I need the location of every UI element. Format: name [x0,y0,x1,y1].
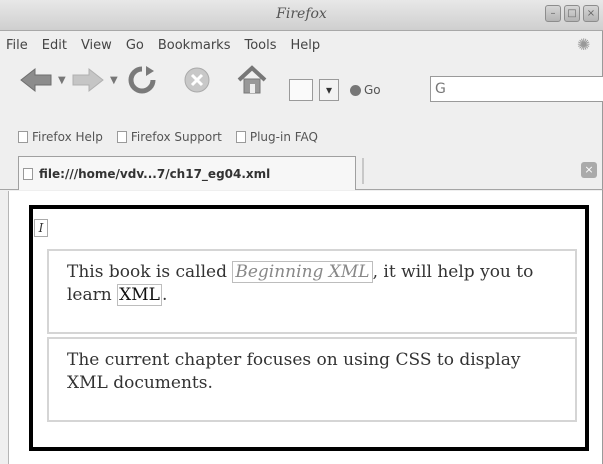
minimize-button[interactable]: – [545,5,561,22]
window-controls: – □ × [545,5,599,22]
menu-view[interactable]: View [81,38,112,53]
page-icon [235,131,246,143]
tab-label: file:///home/vdv...7/ch17_eg04.xml [39,166,271,181]
reload-icon[interactable] [125,65,159,95]
maximize-button[interactable]: □ [564,5,580,22]
tab-divider [362,158,364,184]
back-dropdown-icon[interactable]: ▼ [58,75,66,86]
element-marker: I [34,219,48,237]
tab-strip: file:///home/vdv...7/ch17_eg04.xml × [0,150,603,190]
close-button[interactable]: × [583,5,599,22]
para1-text-before: This book is called [67,262,233,282]
page-icon [116,131,127,143]
bookmarks-toolbar: Firefox Help Firefox Support Plug-in FAQ [0,124,603,150]
window-title: Firefox [276,6,327,22]
para1-text-after: . [161,285,168,305]
bookmark-firefox-help[interactable]: Firefox Help [18,130,103,144]
paragraph-2: The current chapter focuses on using CSS… [47,337,577,422]
stop-icon[interactable] [180,65,214,95]
paragraph-1: This book is called Beginning XML, it wi… [47,249,577,334]
navigation-toolbar: ▼ ▼ ▾ Go G [0,59,603,103]
tab-ch17-eg04[interactable]: file:///home/vdv...7/ch17_eg04.xml [18,156,356,190]
go-button[interactable]: Go [350,79,381,101]
url-dropdown-button[interactable]: ▾ [319,79,339,101]
url-bar[interactable] [289,79,313,101]
bookmark-firefox-support[interactable]: Firefox Support [116,130,222,144]
page-content: I This book is called Beginning XML, it … [8,191,602,464]
throbber-icon: ✺ [577,35,591,54]
bookmark-label: Firefox Help [32,130,103,144]
search-input[interactable]: G [430,76,603,102]
forward-arrow-icon[interactable] [70,65,106,95]
page-icon [23,167,33,180]
go-label: Go [364,83,381,97]
bookmark-label: Plug-in FAQ [249,130,318,144]
back-arrow-icon[interactable] [18,65,54,95]
page-icon [18,131,28,143]
menu-tools[interactable]: Tools [244,38,276,53]
browser-window: Firefox – □ × File Edit View Go Bookmark… [0,0,603,464]
home-icon[interactable] [234,65,270,95]
menu-bar: File Edit View Go Bookmarks Tools Help ✺ [0,31,603,59]
close-tab-icon[interactable]: × [581,162,597,178]
go-icon [350,84,361,96]
bookmark-plugin-faq[interactable]: Plug-in FAQ [235,130,318,144]
menu-edit[interactable]: Edit [42,38,67,53]
title-bar: Firefox – □ × [0,0,603,31]
menu-bookmarks[interactable]: Bookmarks [158,38,231,53]
menu-file[interactable]: File [6,38,28,53]
forward-dropdown-icon[interactable]: ▼ [110,75,118,86]
menu-go[interactable]: Go [126,38,144,53]
bookmark-label: Firefox Support [130,130,222,144]
book-title: Beginning XML [232,261,373,283]
xml-term: XML [117,284,162,306]
menu-help[interactable]: Help [291,38,321,53]
